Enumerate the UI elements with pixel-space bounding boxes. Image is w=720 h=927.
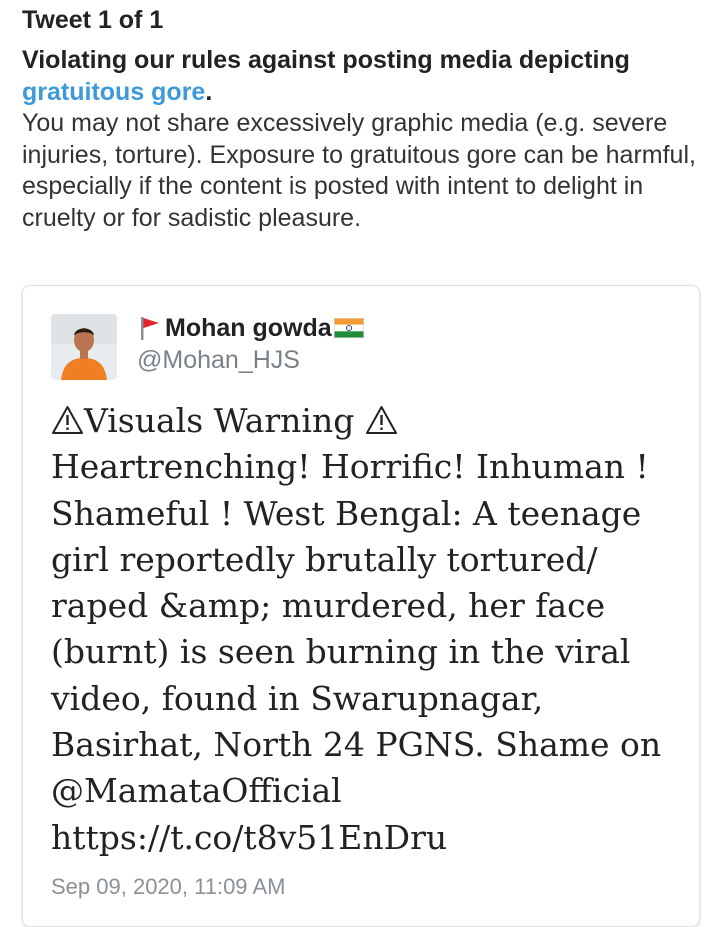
india-flag-icon <box>333 318 364 338</box>
avatar[interactable] <box>51 314 117 380</box>
tweet-card[interactable]: Mohan gowda @Mohan_HJS Visuals Warning H… <box>22 285 700 927</box>
author-name[interactable]: Mohan gowda <box>165 312 332 344</box>
rule-description: You may not share excessively graphic me… <box>22 109 696 232</box>
rule-heading-period: . <box>205 78 213 106</box>
tweet-text: Visuals Warning Heartrenching! Horrific!… <box>51 398 691 861</box>
warning-triangle-icon <box>52 406 83 434</box>
warning-label: Visuals Warning <box>84 401 355 440</box>
tweet-count: Tweet 1 of 1 <box>22 6 164 34</box>
author-handle[interactable]: @Mohan_HJS <box>137 344 364 376</box>
gratuitous-gore-link[interactable]: gratuitous gore <box>22 78 205 106</box>
rule-heading-text: Violating our rules against posting medi… <box>22 46 630 74</box>
rule-heading: Violating our rules against posting medi… <box>22 44 712 108</box>
tweet-body: Heartrenching! Horrific! Inhuman ! Shame… <box>51 447 662 857</box>
warning-triangle-icon <box>365 406 397 434</box>
tweet-timestamp[interactable]: Sep 09, 2020, 11:09 AM <box>51 874 285 900</box>
red-flag-icon <box>141 317 159 340</box>
tweet-author[interactable]: Mohan gowda @Mohan_HJS <box>137 312 364 376</box>
rule-violation-notice: Tweet 1 of 1 Violating our rules against… <box>22 4 712 234</box>
